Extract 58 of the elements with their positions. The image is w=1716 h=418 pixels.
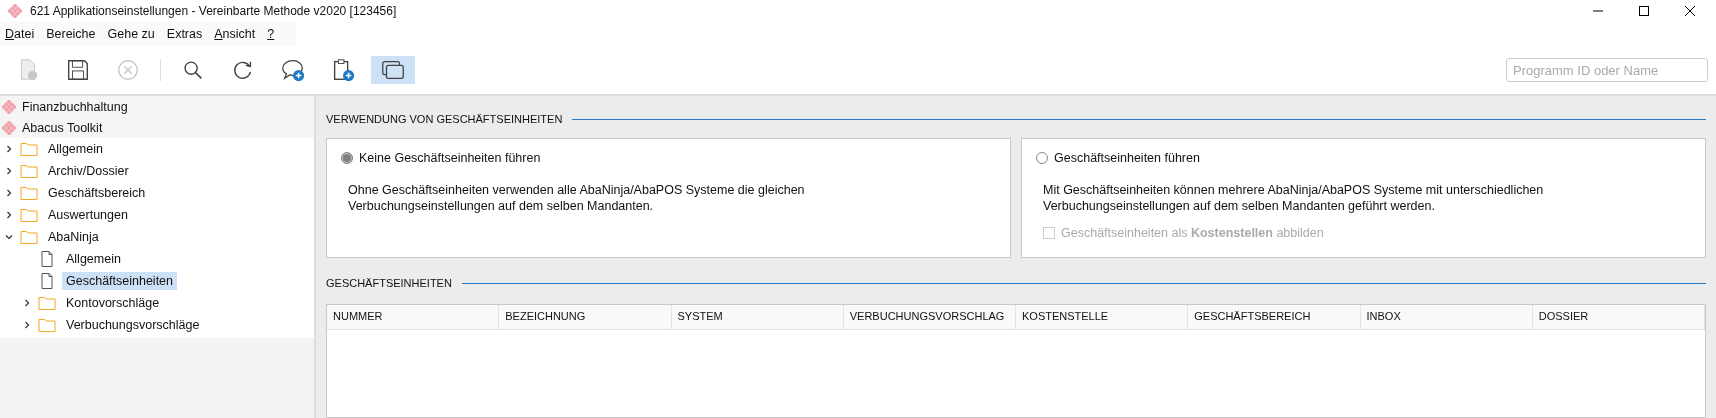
speech-bubble-plus-icon <box>280 57 306 83</box>
app-item[interactable]: Finanzbuchhaltung <box>22 99 128 114</box>
menu-item[interactable]: Ansicht <box>208 25 262 43</box>
chevron-right-icon[interactable] <box>22 298 32 308</box>
document-icon <box>38 251 56 267</box>
tree-item[interactable]: Geschäftsbereich <box>44 184 150 202</box>
column-header[interactable]: KOSTENSTELLE <box>1016 305 1189 329</box>
menu-item[interactable]: Extras <box>160 25 209 43</box>
tree-item[interactable]: Allgemein <box>44 140 107 158</box>
option-description: Mit Geschäftseinheiten können mehrere AbaNinja/AbaPOS Systeme mit unterschiedlichen Verbuchungseinstellungen auf dem selben Mandanten geführt werden. <box>1043 182 1545 214</box>
folder-icon <box>20 163 38 179</box>
column-header[interactable]: INBOX <box>1360 305 1533 329</box>
section-title: VERWENDUNG VON GESCHÄFTSEINHEITEN <box>326 113 563 125</box>
radio-button[interactable] <box>341 152 353 164</box>
column-header[interactable]: VERBUCHUNGSVORSCHLAG <box>843 305 1016 329</box>
chevron-down-icon[interactable] <box>4 232 14 242</box>
app-item[interactable]: Abacus Toolkit <box>22 120 103 135</box>
chevron-right-icon[interactable] <box>4 210 14 220</box>
column-header[interactable]: BEZEICHNUNG <box>499 305 672 329</box>
tree-item[interactable]: Kontovorschläge <box>62 294 164 312</box>
column-header[interactable]: NUMMER <box>327 305 500 329</box>
windows-button[interactable] <box>371 56 415 84</box>
close-icon[interactable] <box>1684 5 1696 17</box>
window-title: 621 Applikationseinstellungen - Vereinbarte Methode v2020 [123456] <box>30 4 397 18</box>
option-label[interactable]: Geschäftseinheiten führen <box>1054 151 1200 165</box>
column-header[interactable]: SYSTEM <box>671 305 844 329</box>
folder-icon <box>38 317 56 333</box>
option-description: Ohne Geschäftseinheiten verwenden alle AbaNinja/AbaPOS Systeme die gleichen Verbuchungseinstellungen auf dem selben Mandanten. <box>348 182 806 214</box>
menu-item[interactable]: Bereiche <box>40 25 102 43</box>
menu-item[interactable]: ? <box>261 25 281 43</box>
tree-item[interactable]: Archiv/Dossier <box>44 162 133 180</box>
tree-item[interactable]: Geschäftseinheiten <box>62 272 177 290</box>
section-title: GESCHÄFTSEINHEITEN <box>326 277 452 289</box>
tree-item[interactable]: Verbuchungsvorschläge <box>62 316 204 334</box>
folder-icon <box>20 185 38 201</box>
folder-icon <box>20 141 38 157</box>
chevron-right-icon[interactable] <box>4 188 14 198</box>
folder-icon <box>20 229 38 245</box>
menu-item[interactable]: Gehe zu <box>101 25 161 43</box>
document-icon <box>38 273 56 289</box>
menu-item[interactable]: Datei <box>4 25 41 43</box>
column-header[interactable]: GESCHÄFTSBEREICH <box>1188 305 1361 329</box>
search-field[interactable]: Programm ID oder Name <box>1506 58 1708 82</box>
chevron-right-icon[interactable] <box>4 144 14 154</box>
tree-item[interactable]: Auswertungen <box>44 206 132 224</box>
tree-item[interactable]: AbaNinja <box>44 228 103 246</box>
chevron-right-icon[interactable] <box>4 166 14 176</box>
tree-item[interactable]: Allgemein <box>62 250 125 268</box>
app-logo-icon <box>2 120 16 135</box>
maximize-icon[interactable] <box>1638 5 1650 17</box>
cancel-icon <box>115 57 141 83</box>
option-label[interactable]: Keine Geschäftseinheiten führen <box>359 151 541 165</box>
app-logo-icon <box>2 99 16 114</box>
folder-icon <box>38 295 56 311</box>
folder-icon <box>20 207 38 223</box>
column-header[interactable]: DOSSIER <box>1532 305 1705 329</box>
app-logo-icon <box>8 4 22 18</box>
chevron-right-icon[interactable] <box>22 320 32 330</box>
